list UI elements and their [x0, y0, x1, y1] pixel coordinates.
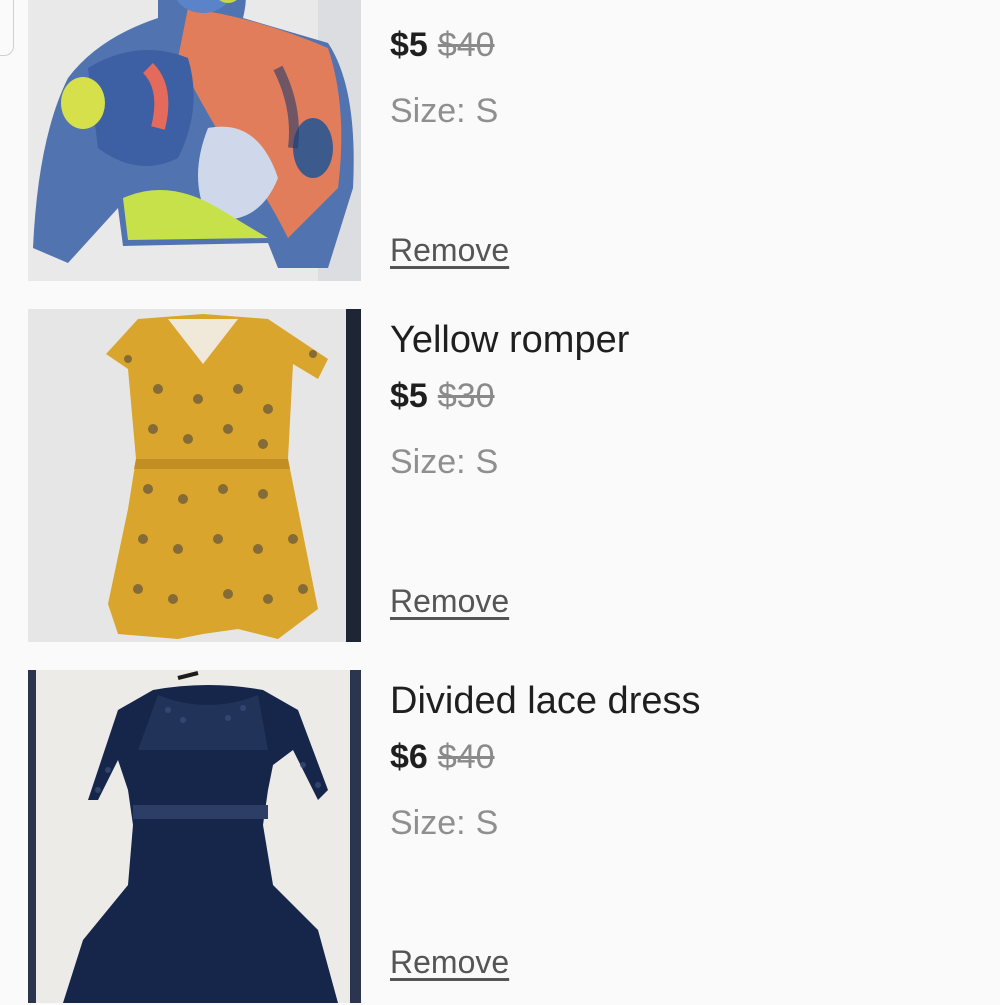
original-price: $40	[437, 738, 495, 776]
cart-item: Yellow romper $5 $30 Size: S Remove	[0, 309, 1000, 644]
navy-lace-dress-photo	[28, 670, 361, 1003]
cart-item: Divided lace dress $6 $40 Size: S Remove	[0, 670, 1000, 1005]
item-title[interactable]: Yellow romper	[390, 319, 629, 362]
yellow-romper-photo	[28, 309, 361, 642]
product-image[interactable]	[28, 309, 361, 642]
original-price: $30	[437, 377, 495, 415]
item-title[interactable]: Divided lace dress	[390, 680, 700, 723]
size-value: S	[475, 804, 499, 842]
remove-link[interactable]: Remove	[390, 232, 509, 269]
sale-price: $5	[390, 26, 428, 64]
size-label: Size:	[390, 804, 466, 842]
cart-item: $5 $40 Size: S Remove	[0, 0, 1000, 283]
size-value: S	[475, 443, 499, 481]
size-label: Size:	[390, 92, 466, 130]
sale-price: $6	[390, 738, 428, 776]
size-row: Size: S	[390, 804, 498, 843]
sale-price: $5	[390, 377, 428, 415]
product-image[interactable]	[28, 0, 361, 281]
size-row: Size: S	[390, 443, 498, 482]
price-row: $5 $30	[390, 377, 495, 416]
remove-link[interactable]: Remove	[390, 583, 509, 620]
size-label: Size:	[390, 443, 466, 481]
remove-link[interactable]: Remove	[390, 944, 509, 981]
size-value: S	[475, 92, 499, 130]
product-image[interactable]	[28, 670, 361, 1003]
original-price: $40	[437, 26, 495, 64]
price-row: $6 $40	[390, 738, 495, 777]
size-row: Size: S	[390, 92, 498, 131]
tie-dye-hoodie-photo	[28, 0, 361, 281]
price-row: $5 $40	[390, 26, 495, 65]
